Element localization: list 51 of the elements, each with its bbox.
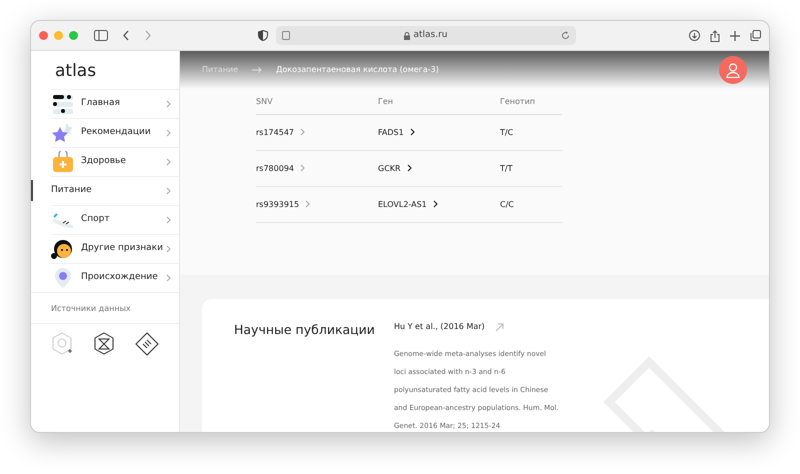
share-icon[interactable] [710,30,720,42]
column-header: Генотип [500,96,536,106]
new-tab-icon[interactable] [730,30,740,40]
section-title: Научные публикации [234,322,375,337]
stars-icon [51,122,75,144]
chevron-icon [305,200,310,208]
breadcrumb-current: Докозапентаеновая кислота (омега-3) [276,64,439,76]
chevron-icon [166,158,171,166]
logo-text: atlas [55,61,96,81]
back-icon[interactable] [122,30,130,41]
chevron-icon [166,100,171,108]
hexagon-icon[interactable] [93,332,115,356]
chevron-icon [410,128,415,136]
gene-link[interactable]: GCKR [378,164,401,172]
section-heading: Источники данных [51,304,131,313]
snv-link[interactable]: rs174547 [256,128,294,136]
gene-link[interactable]: ELOVL2-AS1 [378,200,427,208]
chevron-icon [166,274,171,282]
document-icon[interactable] [135,332,159,356]
lock-icon [404,32,410,40]
girl-icon [51,238,75,260]
chevron-icon [406,164,412,172]
sidebar-icon[interactable] [94,30,108,41]
chevron-icon [166,128,171,136]
chevron-icon [300,164,305,172]
snv-link[interactable]: rs9393915 [256,200,300,208]
chevron-icon [166,186,171,194]
citation-link[interactable]: Hu Y et al., (2016 Mar) [394,321,485,333]
chevron-icon [166,216,171,224]
gene-link[interactable]: FADS1 [378,128,404,136]
genotype-text: C/C [500,200,514,208]
download-icon[interactable] [689,30,700,41]
genotype-text: T/T [500,164,512,172]
genotype-text: T/C [500,128,514,136]
column-header: SNV [256,96,273,106]
chevron-icon [300,128,305,136]
chevron-icon [432,200,438,208]
chevron-icon [166,244,171,252]
user-icon [726,62,740,78]
close-button[interactable] [39,31,48,40]
arrow-icon [252,67,262,73]
snv-link[interactable]: rs780094 [256,164,294,172]
reload-icon[interactable] [561,31,570,40]
tabs-icon[interactable] [750,30,761,41]
page-icon [282,31,290,40]
grid-icon [51,92,75,114]
shield-icon[interactable] [258,30,268,41]
address-text: atlas.ru [413,28,448,42]
medical-kit-icon [51,150,75,172]
address-bar[interactable]: atlas.ru [276,26,576,45]
column-header: Ген [378,96,394,106]
